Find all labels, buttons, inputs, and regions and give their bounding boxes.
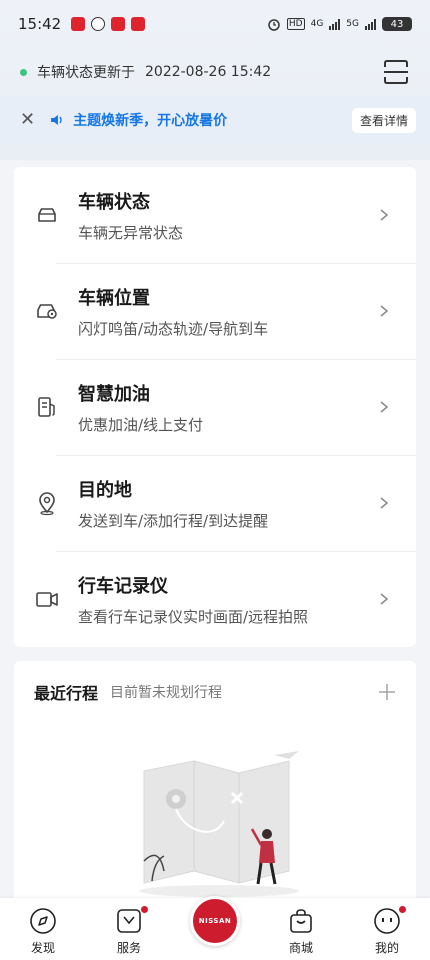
tab-label: 发现	[30, 940, 55, 955]
profile-face-icon	[374, 907, 400, 934]
status-time: 15:42	[18, 15, 62, 33]
tab-label: 服务	[116, 940, 141, 955]
menu-item-destination[interactable]: 目的地 发送到车/添加行程/到达提醒	[14, 455, 416, 551]
location-pin-icon	[39, 492, 55, 516]
menu-title: 行车记录仪	[78, 575, 168, 597]
recent-trips-header: 最近行程 目前暂未规划行程	[14, 661, 416, 723]
promo-banner[interactable]: ✕ 主题焕新季，开心放暑价 查看详情	[0, 96, 430, 144]
view-details-button[interactable]: 查看详情	[351, 107, 416, 133]
vehicle-services-card: 车辆状态 车辆无异常状态 车辆位置 闪灯鸣笛/动态轨迹/导航到车 智慧加油 优惠…	[14, 167, 416, 647]
chevron-right-icon	[380, 593, 389, 605]
scan-icon[interactable]	[382, 58, 410, 86]
car-icon	[38, 208, 56, 222]
menu-title: 车辆位置	[78, 287, 150, 309]
menu-item-smart-refuel[interactable]: 智慧加油 优惠加油/线上支付	[14, 359, 416, 455]
chevron-right-icon	[380, 209, 389, 221]
chevron-right-icon	[380, 497, 389, 509]
notification-dot	[399, 905, 406, 913]
banner-text: 主题焕新季，开心放暑价	[73, 113, 228, 129]
tab-service[interactable]: 服务	[94, 903, 164, 956]
battery-indicator: 43	[382, 17, 412, 31]
vehicle-status-header: 车辆状态更新于 2022-08-26 15:42	[0, 48, 430, 96]
signal-icon	[365, 18, 376, 30]
menu-title: 智慧加油	[78, 383, 150, 405]
tab-nissan-home[interactable]: NISSAN	[180, 896, 250, 946]
app-notification-icon	[111, 17, 126, 31]
alarm-icon	[268, 19, 280, 31]
app-notification-icon	[71, 17, 86, 31]
menu-item-vehicle-location[interactable]: 车辆位置 闪灯鸣笛/动态轨迹/导航到车	[14, 263, 416, 359]
hd-indicator: HD	[286, 18, 305, 30]
nissan-logo-button[interactable]: NISSAN	[190, 896, 240, 946]
menu-subtitle: 发送到车/添加行程/到达提醒	[78, 511, 269, 530]
menu-title: 车辆状态	[78, 191, 150, 213]
network-5g: 5G	[346, 19, 359, 29]
status-updated-label: 车辆状态更新于	[37, 65, 135, 81]
chevron-right-icon	[380, 305, 389, 317]
recent-trips-empty-text: 目前暂未规划行程	[110, 685, 223, 701]
speaker-icon	[51, 115, 62, 125]
plus-icon[interactable]	[378, 683, 396, 701]
status-dot	[20, 68, 27, 76]
menu-subtitle: 闪灯鸣笛/动态轨迹/导航到车	[78, 319, 269, 338]
tab-label: 我的	[374, 940, 399, 955]
tab-mall[interactable]: 商城	[266, 903, 336, 956]
nissan-logo-text: NISSAN	[198, 917, 232, 925]
system-status-bar: 15:42 HD 4G 5G 43	[0, 0, 430, 48]
signal-icon	[329, 18, 341, 30]
network-4g: 4G	[310, 19, 324, 29]
fuel-pump-icon	[38, 397, 55, 417]
status-updated-time: 2022-08-26 15:42	[145, 64, 272, 80]
tab-discover[interactable]: 发现	[8, 903, 78, 956]
camera-icon	[36, 592, 58, 607]
app-notification-icon	[131, 17, 146, 31]
compass-icon	[30, 907, 56, 934]
menu-title: 目的地	[78, 479, 132, 501]
service-icon	[117, 908, 141, 933]
menu-subtitle: 车辆无异常状态	[78, 223, 184, 242]
menu-subtitle: 优惠加油/线上支付	[78, 415, 204, 434]
shopping-bag-icon	[290, 908, 312, 933]
tab-mine[interactable]: 我的	[352, 903, 422, 956]
empty-map-illustration	[139, 751, 299, 897]
message-notification-icon	[91, 17, 106, 31]
menu-subtitle: 查看行车记录仪实时画面/远程拍照	[78, 607, 309, 626]
notification-dot	[141, 905, 148, 913]
tab-label: 商城	[288, 940, 313, 955]
close-icon[interactable]: ✕	[20, 111, 35, 129]
car-location-icon	[37, 304, 57, 319]
recent-trips-title: 最近行程	[34, 684, 99, 703]
menu-item-dashcam[interactable]: 行车记录仪 查看行车记录仪实时画面/远程拍照	[14, 551, 416, 647]
menu-item-vehicle-status[interactable]: 车辆状态 车辆无异常状态	[14, 167, 416, 263]
bottom-tab-bar: 发现 服务 NISSAN 商城 我的	[0, 896, 430, 960]
chevron-right-icon	[380, 401, 389, 413]
